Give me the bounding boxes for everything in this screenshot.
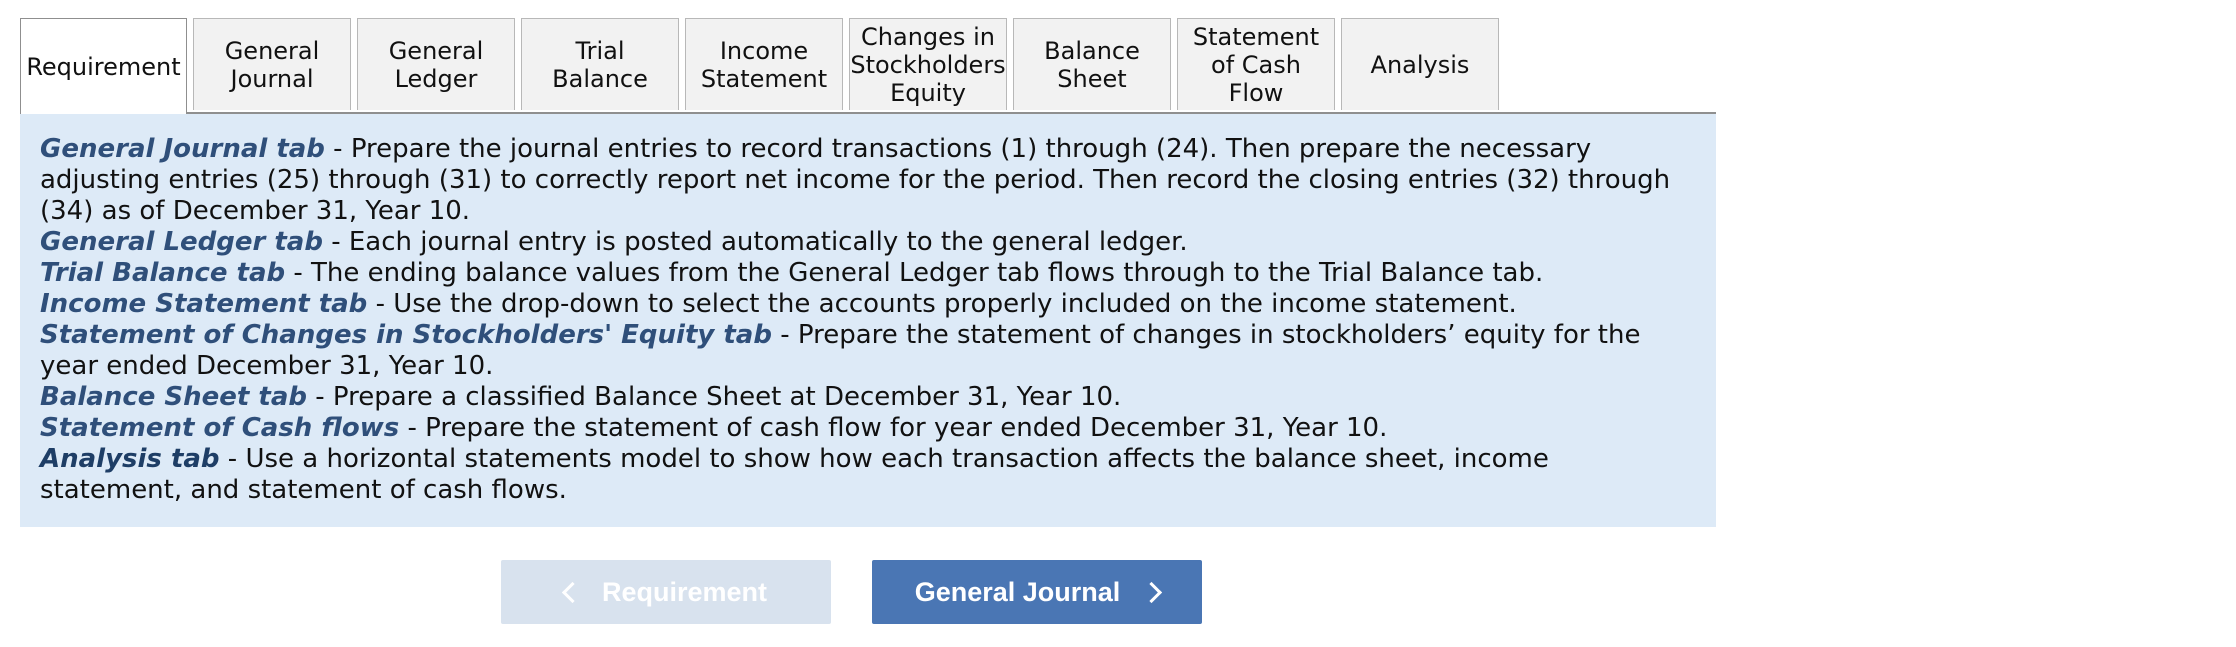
- instruction-text: - Use a horizontal statements model to s…: [40, 444, 1549, 505]
- tab-income-statement[interactable]: Income Statement: [685, 18, 843, 110]
- next-button-label: General Journal: [914, 576, 1121, 607]
- instruction-term: Statement of Changes in Stockholders' Eq…: [40, 320, 772, 350]
- instruction-general-ledger: General Ledger tab - Each journal entry …: [40, 227, 1695, 258]
- tab-analysis[interactable]: Analysis: [1341, 18, 1499, 110]
- tab-requirement[interactable]: Requirement: [20, 18, 187, 114]
- instruction-text: - Prepare the statement of cash flow for…: [399, 413, 1388, 443]
- instruction-cash-flows: Statement of Cash flows - Prepare the st…: [40, 413, 1695, 444]
- instruction-income-statement: Income Statement tab - Use the drop-down…: [40, 289, 1695, 320]
- tab-statement-of-cash-flow[interactable]: Statement of Cash Flow: [1177, 18, 1335, 110]
- instruction-text: - The ending balance values from the Gen…: [285, 258, 1544, 288]
- instruction-trial-balance: Trial Balance tab - The ending balance v…: [40, 258, 1695, 289]
- instruction-text: - Prepare a classified Balance Sheet at …: [307, 382, 1122, 412]
- prev-requirement-button[interactable]: Requirement: [501, 560, 831, 624]
- instruction-term: General Ledger tab: [40, 227, 323, 257]
- instruction-term: Analysis tab: [40, 444, 220, 474]
- instruction-term: General Journal tab: [40, 134, 325, 164]
- instruction-term: Trial Balance tab: [40, 258, 286, 288]
- chevron-left-icon: [561, 581, 584, 603]
- instruction-analysis: Analysis tab - Use a horizontal statemen…: [40, 444, 1695, 506]
- tab-changes-in-stockholders-equity[interactable]: Changes in Stockholders Equity: [849, 18, 1007, 110]
- tab-general-journal[interactable]: General Journal: [193, 18, 351, 110]
- tab-trial-balance[interactable]: Trial Balance: [521, 18, 679, 110]
- instruction-text: - Each journal entry is posted automatic…: [322, 227, 1188, 257]
- chevron-right-icon: [1141, 581, 1163, 603]
- next-general-journal-button[interactable]: General Journal: [872, 560, 1202, 624]
- tab-general-ledger[interactable]: General Ledger: [357, 18, 515, 110]
- instruction-general-journal: General Journal tab - Prepare the journa…: [40, 134, 1695, 227]
- instruction-term: Statement of Cash flows: [40, 413, 400, 443]
- instruction-term: Income Statement tab: [40, 289, 368, 319]
- prev-button-label: Requirement: [601, 576, 768, 607]
- tab-balance-sheet[interactable]: Balance Sheet: [1013, 18, 1171, 110]
- instruction-text: - Use the drop-down to select the accoun…: [367, 289, 1517, 319]
- instruction-balance-sheet: Balance Sheet tab - Prepare a classified…: [40, 382, 1695, 413]
- instruction-stockholders-equity: Statement of Changes in Stockholders' Eq…: [40, 320, 1695, 382]
- tab-bar: Requirement General Journal General Ledg…: [20, 18, 1716, 114]
- requirement-panel: General Journal tab - Prepare the journa…: [20, 114, 1716, 527]
- instruction-term: Balance Sheet tab: [40, 382, 307, 412]
